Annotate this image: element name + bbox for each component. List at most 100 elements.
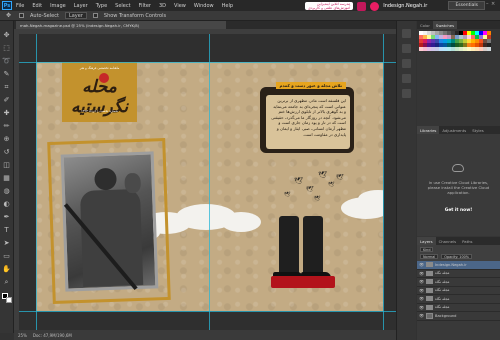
tools-panel: ✥ ⬚ ➰ ✎ ⌗ ✐ ✚ ✏ ⊕ ↺ ◫ ▦ ◍ ◐ ✒ T ➤ ▭ ✋ ⌕: [0, 21, 14, 333]
layer-row[interactable]: 👁 مجله نگاه: [417, 278, 500, 287]
hand-tool[interactable]: ✋: [2, 265, 11, 274]
pasteboard[interactable]: ماهنامه تخصصی فرهنگ و هنر محله نگرستیه ش…: [19, 34, 396, 330]
guide-line[interactable]: [19, 311, 396, 312]
visibility-eye-icon[interactable]: 👁: [419, 279, 424, 284]
blur-tool[interactable]: ◍: [2, 187, 11, 196]
bird-icon: 🕊: [336, 174, 344, 181]
menu-3d[interactable]: 3D: [155, 3, 170, 9]
menu-filter[interactable]: Filter: [135, 3, 155, 9]
menu-select[interactable]: Select: [111, 3, 134, 9]
bird-icon: 🕊: [284, 192, 291, 198]
get-it-now-link[interactable]: Get it now!: [417, 208, 500, 213]
pen-tool[interactable]: ✒: [2, 213, 11, 222]
layer-name: مجله نگاه: [435, 296, 450, 301]
clone-stamp-tool[interactable]: ⊕: [2, 135, 11, 144]
tab-swatches[interactable]: Swatches: [432, 21, 458, 29]
transform-controls-label: Show Transform Controls: [103, 12, 167, 19]
brand-emblem-icon: [370, 1, 380, 11]
visibility-eye-icon[interactable]: 👁: [419, 262, 424, 267]
dodge-tool[interactable]: ◐: [2, 200, 11, 209]
lasso-tool[interactable]: ➰: [2, 57, 11, 66]
menu-view[interactable]: View: [170, 3, 190, 9]
menu-layer[interactable]: Layer: [70, 3, 92, 9]
bird-icon: 🕊: [294, 177, 303, 185]
layer-thumbnail: [426, 312, 433, 319]
marquee-tool[interactable]: ⬚: [2, 44, 11, 53]
tab-paths[interactable]: Paths: [459, 237, 475, 245]
document-tab[interactable]: mah-Negah-magazine.psd @ 25% (Indesign.N…: [16, 21, 226, 29]
opacity-field[interactable]: Opacity: 100%: [441, 254, 472, 259]
tab-adjustments[interactable]: Adjustments: [439, 126, 469, 134]
guide-line[interactable]: [209, 34, 210, 330]
move-tool[interactable]: ✥: [2, 31, 11, 40]
layer-row[interactable]: 👁 مجله نگاه: [417, 295, 500, 304]
menu-type[interactable]: Type: [92, 3, 111, 9]
soldier-figure: [79, 188, 144, 287]
layer-row[interactable]: 👁 مجله نگاه: [417, 270, 500, 278]
folder-icon: [426, 270, 433, 276]
tab-styles[interactable]: Styles: [469, 126, 487, 134]
eyedropper-tool[interactable]: ✐: [2, 96, 11, 105]
panel-dock: [396, 21, 416, 340]
background-color[interactable]: [5, 297, 12, 303]
layer-dropdown[interactable]: Layer: [64, 12, 87, 19]
menu-image[interactable]: Image: [46, 3, 70, 9]
visibility-eye-icon[interactable]: 👁: [419, 305, 424, 310]
zoom-tool[interactable]: ⌕: [2, 278, 11, 287]
brush-tool[interactable]: ✏: [2, 122, 11, 131]
transform-controls-checkbox[interactable]: [92, 13, 98, 18]
move-tool-icon: ✥: [5, 12, 12, 19]
history-panel-icon[interactable]: [402, 29, 411, 38]
paragraph-panel-icon[interactable]: [402, 74, 411, 83]
layer-row[interactable]: 👁 Background: [417, 312, 500, 321]
layer-name: مجله نگاه: [435, 288, 450, 293]
right-panels: Color Swatches Libraries Adjustments Sty…: [417, 21, 500, 340]
visibility-eye-icon[interactable]: 👁: [419, 296, 424, 301]
menu-edit[interactable]: Edit: [28, 3, 46, 9]
menu-help[interactable]: Help: [218, 3, 237, 9]
layer-name: مجله نگاه: [435, 271, 450, 276]
guide-line[interactable]: [383, 34, 384, 330]
brand-site-link[interactable]: Indesign.Negah.ir: [383, 3, 427, 9]
menu-file[interactable]: File: [12, 3, 28, 9]
layer-filter-kind[interactable]: Kind: [420, 247, 434, 252]
type-tool[interactable]: T: [2, 226, 11, 235]
history-brush-tool[interactable]: ↺: [2, 148, 11, 157]
visibility-eye-icon[interactable]: 👁: [419, 313, 424, 318]
gradient-tool[interactable]: ▦: [2, 174, 11, 183]
shape-tool[interactable]: ▭: [2, 252, 11, 261]
crop-tool[interactable]: ⌗: [2, 83, 11, 92]
libraries-message: In use Creative Cloud Libraries, please …: [427, 180, 490, 195]
visibility-eye-icon[interactable]: 👁: [419, 288, 424, 293]
document-info[interactable]: Doc: 47,9M/190,6M: [33, 333, 72, 338]
visibility-eye-icon[interactable]: 👁: [419, 271, 424, 276]
auto-select-checkbox[interactable]: [19, 13, 24, 18]
layer-row[interactable]: 👁 مجله نگاه: [417, 304, 500, 312]
options-bar: ✥ Auto-Select Layer Show Transform Contr…: [0, 11, 500, 21]
brush-panel-icon[interactable]: [402, 89, 411, 98]
layer-row[interactable]: 👁 Indesign.Negah.ir: [417, 261, 500, 270]
eraser-tool[interactable]: ◫: [2, 161, 11, 170]
tab-layers[interactable]: Layers: [417, 237, 436, 245]
path-select-tool[interactable]: ➤: [2, 239, 11, 248]
healing-brush-tool[interactable]: ✚: [2, 109, 11, 118]
workspace-switcher[interactable]: Essentials: [448, 1, 485, 10]
guide-line[interactable]: [36, 34, 37, 330]
layer-controls: Kind Normal Opacity: 100%: [417, 245, 500, 261]
blend-mode-select[interactable]: Normal: [420, 254, 439, 259]
tab-channels[interactable]: Channels: [436, 237, 460, 245]
color-swatches[interactable]: [1, 293, 12, 303]
zoom-level[interactable]: 25%: [18, 333, 27, 338]
quick-select-tool[interactable]: ✎: [2, 70, 11, 79]
layers-panel: Layers Channels Paths Kind Normal Opacit…: [417, 237, 500, 340]
layer-row[interactable]: 👁 مجله نگاه: [417, 287, 500, 295]
menu-window[interactable]: Window: [190, 3, 218, 9]
tab-libraries[interactable]: Libraries: [417, 126, 440, 134]
guide-line[interactable]: [19, 62, 396, 63]
tab-color[interactable]: Color: [417, 21, 433, 29]
properties-panel-icon[interactable]: [402, 44, 411, 53]
color-swatch[interactable]: [487, 47, 491, 51]
character-panel-icon[interactable]: [402, 59, 411, 68]
close-icon[interactable]: ×: [491, 1, 496, 9]
canvas-workspace[interactable]: ماهنامه تخصصی فرهنگ و هنر محله نگرستیه ش…: [14, 29, 396, 330]
